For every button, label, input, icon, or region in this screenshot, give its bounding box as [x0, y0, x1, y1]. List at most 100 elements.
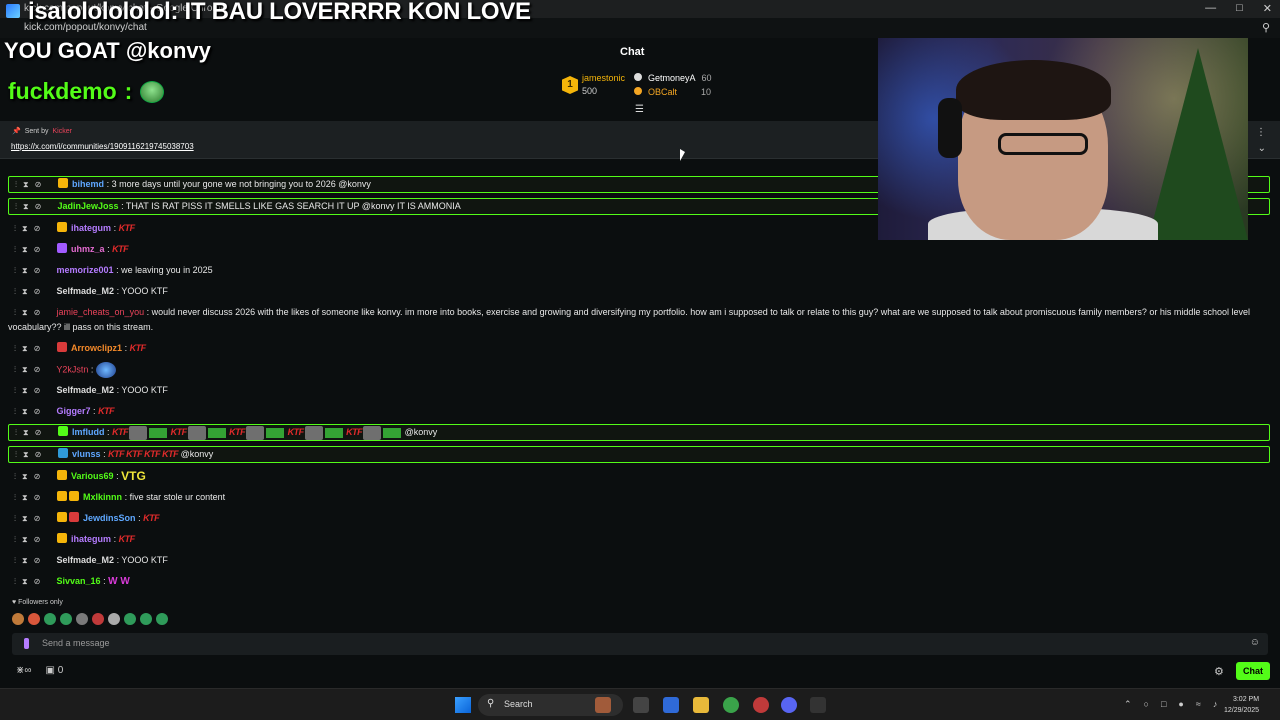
gift-counter[interactable]: ▣ 0: [46, 665, 64, 676]
chat-message-input[interactable]: Send a message ☺: [12, 633, 1268, 655]
mod-action-icons[interactable]: ⫶⧗⊘: [8, 362, 54, 377]
emote-icon[interactable]: [60, 613, 72, 625]
chat-username[interactable]: JadinJewJoss: [58, 201, 119, 211]
mod-action-icons[interactable]: ⫶⧗⊘: [9, 177, 55, 192]
chat-text: :: [113, 534, 117, 544]
leaderboard-entry-2[interactable]: GetmoneyA 60: [634, 73, 712, 83]
mod-action-icons[interactable]: ⫶⧗⊘: [9, 425, 55, 440]
pinned-link[interactable]: https://x.com/i/communities/190911621974…: [11, 142, 194, 151]
chat-username[interactable]: Y2kJstn: [56, 364, 88, 374]
chat-username[interactable]: lmfludd: [72, 427, 105, 437]
chat-username[interactable]: vlunss: [72, 449, 101, 459]
chat-text: :: [113, 223, 117, 233]
taskbar-app-icon[interactable]: [595, 697, 611, 713]
chat-username[interactable]: ihategum: [71, 534, 111, 544]
send-chat-button[interactable]: Chat: [1236, 662, 1270, 680]
close-icon[interactable]: ✕: [1263, 2, 1272, 15]
emote-icon[interactable]: [124, 613, 136, 625]
gear-icon[interactable]: ⚙: [1214, 665, 1224, 678]
windows-start-icon[interactable]: [455, 697, 471, 713]
mod-action-icons[interactable]: ⫶⧗⊘: [8, 553, 54, 568]
chevron-up-icon[interactable]: ⌃: [1124, 699, 1132, 710]
mod-action-icons[interactable]: ⫶⧗⊘: [8, 242, 54, 257]
volume-icon[interactable]: ♪: [1213, 699, 1218, 710]
chat-username[interactable]: Selfmade_M2: [57, 555, 115, 565]
mod-action-icons[interactable]: ⫶⧗⊘: [8, 404, 54, 419]
emote-icon[interactable]: [28, 613, 40, 625]
file-explorer-icon[interactable]: [693, 697, 709, 713]
chat-username[interactable]: bihemd: [72, 179, 104, 189]
emote-icon[interactable]: [12, 613, 24, 625]
chevron-down-icon[interactable]: ⌄: [1258, 143, 1266, 154]
leaderboard-name-1[interactable]: jamestonic: [582, 73, 625, 83]
chat-input-placeholder[interactable]: Send a message: [42, 638, 110, 648]
more-options-icon[interactable]: ⋮: [1256, 127, 1266, 138]
mod-action-icons[interactable]: ⫶⧗⊘: [8, 263, 54, 278]
minimize-icon[interactable]: —: [1205, 2, 1216, 15]
emote-icon[interactable]: [92, 613, 104, 625]
chat-username[interactable]: memorize001: [57, 265, 114, 275]
mod-action-icons[interactable]: ⫶⧗⊘: [8, 341, 54, 356]
chat-mention[interactable]: @konvy: [405, 427, 438, 437]
chat-username[interactable]: Selfmade_M2: [57, 286, 115, 296]
chat-message: ⫶⧗⊘ Selfmade_M2 : YOOO KTF: [8, 284, 1270, 299]
mod-action-icons[interactable]: ⫶⧗⊘: [8, 532, 54, 547]
chat-username[interactable]: Mxlkinnn: [83, 492, 122, 502]
chat-username[interactable]: jamie_cheats_on_you: [57, 307, 145, 317]
maximize-icon[interactable]: □: [1236, 2, 1243, 15]
chat-username[interactable]: uhmz_a: [71, 244, 105, 254]
mod-action-icons[interactable]: ⫶⧗⊘: [8, 305, 54, 320]
windows-taskbar: ⚲ Search ⌃ ○ □ ● ≈ ♪ 3:02 PM 12/29/2025: [0, 688, 1280, 720]
mod-action-icons[interactable]: ⫶⧗⊘: [8, 469, 54, 484]
chat-username[interactable]: Arrowclipz1: [71, 343, 122, 353]
mod-action-icons[interactable]: ⫶⧗⊘: [8, 490, 54, 505]
emoji-picker-icon[interactable]: ☺: [1250, 637, 1260, 648]
emote-icon[interactable]: [140, 613, 152, 625]
chat-username[interactable]: Gigger7: [57, 406, 91, 416]
chat-username[interactable]: Sivvan_16: [57, 576, 101, 586]
emote-icon[interactable]: [44, 613, 56, 625]
emote-icon[interactable]: [108, 613, 120, 625]
leaderboard-name-3: OBCalt: [648, 87, 678, 97]
task-view-icon[interactable]: [633, 697, 649, 713]
mod-action-icons[interactable]: ⫶⧗⊘: [9, 199, 55, 214]
mod-action-icons[interactable]: ⫶⧗⊘: [9, 447, 55, 462]
share-icon[interactable]: ⋇∞: [16, 665, 32, 676]
chat-mention[interactable]: @konvy: [181, 449, 214, 459]
copilot-icon[interactable]: [663, 697, 679, 713]
wifi-icon[interactable]: ≈: [1196, 699, 1201, 710]
leaderboard-entry-3[interactable]: OBCalt 10: [634, 87, 711, 97]
gg-emote-icon: [383, 427, 402, 438]
gg-emote-icon: [207, 427, 226, 438]
system-tray[interactable]: ⌃ ○ □ ● ≈ ♪: [1124, 699, 1217, 710]
emote-icon[interactable]: [156, 613, 168, 625]
chat-username[interactable]: Selfmade_M2: [57, 385, 115, 395]
pinned-sender[interactable]: Kicker: [52, 128, 71, 135]
mod-action-icons[interactable]: ⫶⧗⊘: [8, 511, 54, 526]
ktf-emote: KTF: [170, 427, 188, 438]
leaderboard-value-1: 500: [582, 86, 598, 96]
display-icon[interactable]: □: [1161, 699, 1166, 710]
taskbar-clock[interactable]: 3:02 PM 12/29/2025: [1224, 694, 1259, 716]
chat-username[interactable]: JewdinsSon: [83, 513, 136, 523]
network-icon[interactable]: ○: [1144, 699, 1149, 710]
expand-leaderboard-icon[interactable]: ☰: [635, 104, 644, 115]
mic-icon[interactable]: ●: [1178, 699, 1183, 710]
discord-icon[interactable]: [781, 697, 797, 713]
chrome-icon[interactable]: [723, 697, 739, 713]
mod-action-icons[interactable]: ⫶⧗⊘: [8, 284, 54, 299]
mod-action-icons[interactable]: ⫶⧗⊘: [8, 221, 54, 236]
crown-badge-icon: [56, 491, 67, 501]
mod-action-icons[interactable]: ⫶⧗⊘: [8, 574, 54, 589]
app-icon[interactable]: [810, 697, 826, 713]
obs-icon[interactable]: [753, 697, 769, 713]
chat-message: ⫶⧗⊘ ihategum : KTF: [8, 532, 1270, 547]
zoom-icon[interactable]: ⚲: [1262, 21, 1270, 34]
emote-icon[interactable]: [76, 613, 88, 625]
chat-username[interactable]: Various69: [71, 471, 114, 481]
quick-emote-bar[interactable]: [12, 613, 168, 625]
chat-text: : five star stole ur content: [124, 492, 226, 502]
subscriber-badge-icon: [57, 178, 68, 188]
chat-username[interactable]: ihategum: [71, 223, 111, 233]
mod-action-icons[interactable]: ⫶⧗⊘: [8, 383, 54, 398]
